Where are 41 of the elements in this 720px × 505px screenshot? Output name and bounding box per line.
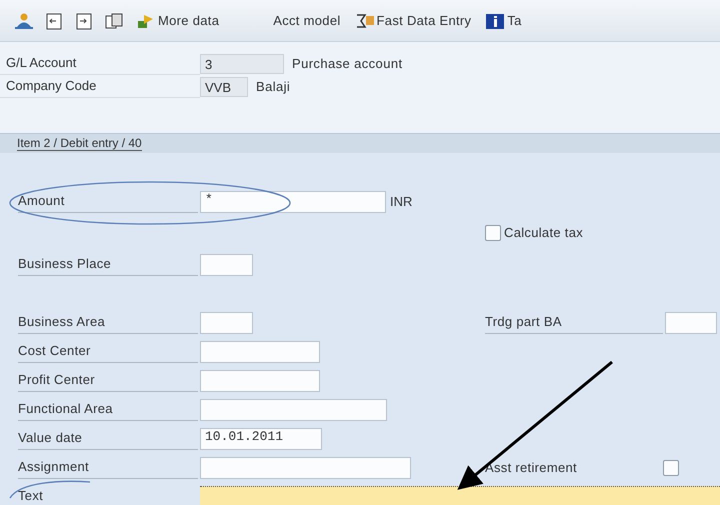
document-icon[interactable] [44, 12, 64, 30]
copy-icon[interactable] [104, 12, 124, 30]
field-label: Text [18, 485, 198, 505]
readonly-field: 3 [200, 54, 284, 74]
input-field[interactable]: * [200, 190, 386, 212]
input-field[interactable] [200, 398, 387, 420]
field-label: Assignment [18, 456, 198, 479]
input-field[interactable] [665, 312, 717, 334]
input-field[interactable]: 10.01.2011 [200, 428, 322, 450]
checkbox-label: Calculate tax [504, 225, 584, 240]
field-label: Business Area [18, 311, 198, 334]
toolbar-button[interactable]: More data [134, 12, 222, 30]
info-icon [485, 12, 506, 30]
document-icon[interactable] [74, 12, 94, 30]
input-field[interactable] [200, 254, 253, 276]
field-label: Profit Center [18, 369, 198, 392]
field-label: Trdg part BA [485, 311, 663, 334]
input-field[interactable] [200, 370, 320, 392]
sigma-icon [354, 12, 375, 30]
field-description: Balaji [256, 79, 290, 94]
toolbar-button[interactable]: Acct model [271, 13, 343, 28]
section-title: Item 2 / Debit entry / 40 [17, 136, 142, 150]
input-field[interactable] [200, 312, 253, 334]
field-label: Business Place [18, 253, 198, 276]
toolbar-button[interactable]: Fast Data Entry [352, 12, 474, 30]
field-label: Company Code [0, 75, 200, 98]
field-label: Cost Center [18, 340, 198, 363]
checkbox[interactable] [663, 460, 679, 476]
field-label: Value date [18, 427, 198, 450]
input-field[interactable] [200, 486, 720, 505]
input-field[interactable] [200, 340, 320, 362]
currency-label: INR [390, 194, 412, 209]
field-label: Functional Area [18, 398, 198, 421]
input-field[interactable] [200, 456, 411, 478]
toolbar-button[interactable]: Ta [483, 12, 524, 30]
checkbox[interactable] [485, 224, 501, 240]
field-description: Purchase account [292, 56, 402, 71]
readonly-field: VVB [200, 76, 248, 96]
field-label: Amount [18, 190, 198, 213]
person-icon[interactable] [14, 12, 34, 30]
field-label: G/L Account [0, 52, 200, 75]
